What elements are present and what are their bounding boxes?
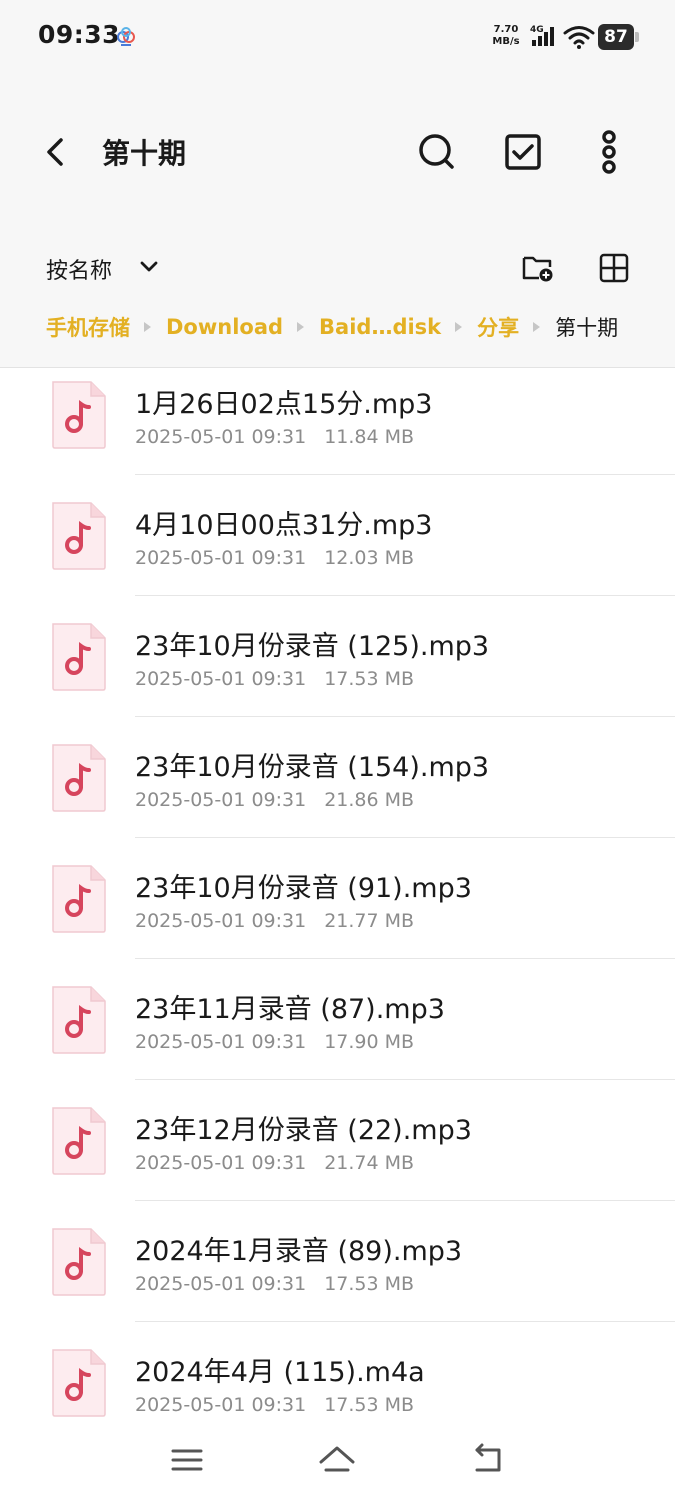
file-size: 21.74 MB xyxy=(324,1152,415,1174)
status-bar: 09:33 7.70 MB/s 4G 87 xyxy=(0,0,675,74)
file-row[interactable]: 23年10月份录音 (91).mp3 2025-05-01 09:31 21.77 … xyxy=(0,838,675,959)
file-date: 2025-05-01 09:31 xyxy=(135,1273,307,1295)
file-row[interactable]: 23年11月录音 (87).mp3 2025-05-01 09:31 17.90 M… xyxy=(0,959,675,1080)
file-date: 2025-05-01 09:31 xyxy=(135,426,307,448)
status-time: 09:33 xyxy=(38,20,121,49)
header-area: 09:33 7.70 MB/s 4G 87 第十期 按名称 手机存储 Downl… xyxy=(0,0,675,368)
audio-file-icon xyxy=(49,864,109,934)
file-meta: 2025-05-01 09:31 11.84 MB xyxy=(135,426,414,448)
file-date: 2025-05-01 09:31 xyxy=(135,547,307,569)
file-size: 17.53 MB xyxy=(324,1273,415,1295)
file-row[interactable]: 4月10日00点31分.mp3 2025-05-01 09:31 12.03 MB xyxy=(0,475,675,596)
breadcrumb-share[interactable]: 分享 xyxy=(477,312,519,342)
wifi-icon xyxy=(563,24,595,50)
breadcrumb-baidunetdisk[interactable]: Baid…disk xyxy=(319,315,441,339)
file-meta: 2025-05-01 09:31 21.77 MB xyxy=(135,910,414,932)
file-name: 23年10月份录音 (125).mp3 xyxy=(135,631,490,662)
sort-selector[interactable]: 按名称 xyxy=(46,253,112,285)
file-name: 2024年1月录音 (89).mp3 xyxy=(135,1236,463,1267)
file-date: 2025-05-01 09:31 xyxy=(135,1152,307,1174)
file-meta: 2025-05-01 09:31 17.53 MB xyxy=(135,1394,414,1416)
audio-file-icon xyxy=(49,985,109,1055)
select-mode-button[interactable] xyxy=(499,128,547,176)
file-date: 2025-05-01 09:31 xyxy=(135,668,307,690)
grid-view-icon xyxy=(599,253,629,283)
network-speed: 7.70 MB/s xyxy=(492,24,520,47)
file-size: 17.90 MB xyxy=(324,1031,415,1053)
chevron-down-icon[interactable] xyxy=(136,254,162,280)
back-icon[interactable] xyxy=(467,1440,507,1480)
file-size: 17.53 MB xyxy=(324,1394,415,1416)
file-name: 23年11月录音 (87).mp3 xyxy=(135,994,445,1025)
back-arrow-icon xyxy=(47,138,63,166)
audio-file-icon xyxy=(49,380,109,450)
file-date: 2025-05-01 09:31 xyxy=(135,1394,307,1416)
breadcrumb-phone-storage[interactable]: 手机存储 xyxy=(46,312,130,342)
header-divider xyxy=(0,367,675,368)
search-icon xyxy=(419,134,454,169)
file-name: 2024年4月 (115).m4a xyxy=(135,1357,425,1388)
file-row[interactable]: 1月26日02点15分.mp3 2025-05-01 09:31 11.84 MB xyxy=(0,354,675,475)
file-row[interactable]: 23年10月份录音 (154).mp3 2025-05-01 09:31 21.86… xyxy=(0,717,675,838)
system-nav-bar xyxy=(0,1420,675,1500)
file-meta: 2025-05-01 09:31 17.53 MB xyxy=(135,668,414,690)
file-size: 21.77 MB xyxy=(324,910,415,932)
file-manager-screen: 09:33 7.70 MB/s 4G 87 第十期 按名称 手机存储 Downl… xyxy=(0,0,675,1500)
new-folder-button[interactable] xyxy=(520,250,556,286)
file-name: 23年10月份录音 (154).mp3 xyxy=(135,752,490,783)
battery-icon: 87 xyxy=(598,24,640,50)
file-row[interactable]: 2024年1月录音 (89).mp3 2025-05-01 09:31 17.53 … xyxy=(0,1201,675,1322)
file-size: 17.53 MB xyxy=(324,668,415,690)
file-date: 2025-05-01 09:31 xyxy=(135,910,307,932)
audio-file-icon xyxy=(49,622,109,692)
file-meta: 2025-05-01 09:31 12.03 MB xyxy=(135,547,414,569)
battery-level: 87 xyxy=(598,24,634,50)
breadcrumb-separator-icon xyxy=(533,322,541,332)
breadcrumb-separator-icon xyxy=(455,322,463,332)
file-meta: 2025-05-01 09:31 17.90 MB xyxy=(135,1031,414,1053)
audio-file-icon xyxy=(49,1106,109,1176)
network-type: 4G xyxy=(530,25,544,35)
file-size: 11.84 MB xyxy=(324,426,415,448)
page-title: 第十期 xyxy=(102,137,187,170)
cellular-signal-icon: 4G xyxy=(530,24,558,48)
title-bar: 第十期 xyxy=(0,110,675,194)
search-button[interactable] xyxy=(412,128,460,176)
grid-view-button[interactable] xyxy=(596,250,632,286)
select-checkbox-icon xyxy=(505,134,541,170)
breadcrumb-separator-icon xyxy=(144,322,152,332)
breadcrumb-download[interactable]: Download xyxy=(166,315,283,339)
sort-row: 按名称 xyxy=(0,244,675,292)
file-name: 1月26日02点15分.mp3 xyxy=(135,389,433,420)
file-name: 23年12月份录音 (22).mp3 xyxy=(135,1115,472,1146)
file-date: 2025-05-01 09:31 xyxy=(135,789,307,811)
file-name: 23年10月份录音 (91).mp3 xyxy=(135,873,472,904)
audio-file-icon xyxy=(49,501,109,571)
file-list: 1月26日02点15分.mp3 2025-05-01 09:31 11.84 MB 4… xyxy=(0,354,675,1443)
breadcrumb-current: 第十期 xyxy=(555,316,619,340)
file-row[interactable]: 23年10月份录音 (125).mp3 2025-05-01 09:31 17.53… xyxy=(0,596,675,717)
back-button[interactable] xyxy=(34,130,78,174)
file-name: 4月10日00点31分.mp3 xyxy=(135,510,433,541)
file-date: 2025-05-01 09:31 xyxy=(135,1031,307,1053)
audio-file-icon xyxy=(49,1348,109,1418)
file-meta: 2025-05-01 09:31 21.86 MB xyxy=(135,789,414,811)
more-vertical-icon xyxy=(602,130,616,174)
file-size: 12.03 MB xyxy=(324,547,415,569)
home-icon[interactable] xyxy=(317,1440,357,1480)
breadcrumb-separator-icon xyxy=(297,322,305,332)
cloud-app-icon xyxy=(114,24,138,48)
file-size: 21.86 MB xyxy=(324,789,415,811)
breadcrumb: 手机存储 Download Baid…disk 分享 第十期 xyxy=(46,310,618,344)
menu-icon[interactable] xyxy=(167,1440,207,1480)
audio-file-icon xyxy=(49,743,109,813)
audio-file-icon xyxy=(49,1227,109,1297)
new-folder-icon xyxy=(522,256,553,282)
more-options-button[interactable] xyxy=(585,128,633,176)
file-meta: 2025-05-01 09:31 21.74 MB xyxy=(135,1152,414,1174)
file-row[interactable]: 23年12月份录音 (22).mp3 2025-05-01 09:31 21.74 … xyxy=(0,1080,675,1201)
file-meta: 2025-05-01 09:31 17.53 MB xyxy=(135,1273,414,1295)
